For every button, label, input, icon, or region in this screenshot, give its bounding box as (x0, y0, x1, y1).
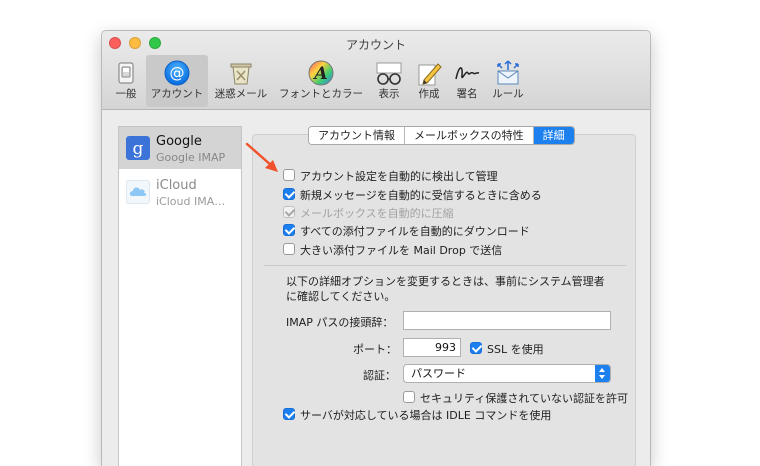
svg-text:g: g (133, 139, 144, 159)
section-divider (264, 265, 626, 266)
tab-mailbox-behaviors[interactable]: メールボックスの特性 (405, 127, 534, 144)
account-google[interactable]: g Google Google IMAP (119, 127, 241, 169)
allow-insecure-auth-checkbox[interactable] (403, 391, 415, 403)
toolbar-accounts[interactable]: @ アカウント (146, 55, 208, 107)
include-new-messages-checkbox[interactable] (283, 188, 295, 200)
download-attachments-label: すべての添付ファイルを自動的にダウンロード (300, 225, 530, 238)
idle-command-label: サーバが対応している場合は IDLE コマンドを使用 (300, 409, 552, 422)
switch-icon (118, 62, 134, 84)
ssl-label: SSL を使用 (487, 343, 544, 356)
chevron-updown-icon (595, 365, 610, 382)
admin-notice-line2: に確認してください。 (286, 290, 396, 303)
allow-insecure-auth-label: セキュリティ保護されていない認証を許可 (420, 392, 629, 405)
port-input[interactable]: 993 (403, 338, 461, 357)
download-attachments-checkbox[interactable] (283, 224, 295, 236)
glasses-icon (376, 62, 402, 85)
toolbar-rules[interactable]: ルール (488, 55, 528, 107)
junk-trash-icon (230, 63, 252, 85)
compact-mailboxes-label: メールボックスを自動的に圧縮 (300, 207, 454, 220)
ssl-checkbox[interactable] (470, 342, 482, 354)
font-icon: A (308, 60, 334, 86)
toolbar-signatures[interactable]: 署名 (450, 55, 484, 107)
settings-tabs: アカウント情報 メールボックスの特性 詳細 (308, 126, 575, 145)
svg-text:A: A (312, 64, 327, 84)
toolbar-fonts-colors[interactable]: A フォントとカラー (273, 55, 369, 107)
account-name: Google (156, 134, 202, 149)
titlebar: アカウント 一般 @ アカウント 迷惑メール A フォントとカラー 表示 作成 … (102, 31, 650, 110)
toolbar-viewing-label: 表示 (378, 88, 400, 100)
account-icloud[interactable]: iCloud iCloud IMA… (119, 171, 241, 213)
admin-notice-line1: 以下の詳細オプションを変更するときは、事前にシステム管理者 (286, 275, 605, 288)
port-label: ポート： (353, 343, 397, 356)
auto-detect-settings-label: アカウント設定を自動的に検出して管理 (300, 170, 498, 183)
svg-text:@: @ (170, 64, 185, 82)
icloud-icon (126, 180, 150, 204)
toolbar-general-label: 一般 (115, 88, 137, 100)
toolbar-composing[interactable]: 作成 (412, 55, 446, 107)
accounts-sidebar: g Google Google IMAP iCloud iCloud IMA… (118, 126, 242, 466)
toolbar-general[interactable]: 一般 (110, 55, 142, 107)
rules-icon (497, 60, 519, 85)
auth-label: 認証： (363, 369, 396, 382)
toolbar-junk-label: 迷惑メール (214, 88, 268, 100)
imap-prefix-input[interactable] (403, 311, 611, 330)
toolbar-viewing[interactable]: 表示 (372, 55, 406, 107)
at-icon: @ (164, 60, 190, 86)
mail-drop-checkbox[interactable] (283, 243, 295, 255)
include-new-messages-label: 新規メッセージを自動的に受信するときに含める (300, 189, 542, 202)
idle-command-checkbox[interactable] (283, 408, 295, 420)
auth-select-value: パスワード (411, 367, 466, 380)
google-icon: g (126, 136, 150, 160)
toolbar-composing-label: 作成 (418, 88, 440, 100)
imap-prefix-label: IMAP パスの接頭辞： (286, 316, 394, 329)
account-type: Google IMAP (156, 151, 226, 164)
toolbar-accounts-label: アカウント (150, 88, 204, 100)
toolbar-fonts-label: フォントとカラー (279, 88, 363, 100)
signature-icon (455, 67, 480, 80)
account-type: iCloud IMA… (156, 195, 226, 208)
annotation-arrow-icon (245, 142, 278, 172)
toolbar-junk[interactable]: 迷惑メール (212, 55, 270, 107)
pencil-icon (418, 63, 442, 86)
mail-drop-label: 大きい添付ファイルを Mail Drop で送信 (300, 244, 503, 257)
toolbar-rules-label: ルール (492, 88, 524, 100)
toolbar-signatures-label: 署名 (456, 88, 478, 100)
tab-advanced[interactable]: 詳細 (533, 127, 574, 144)
auto-detect-settings-checkbox[interactable] (283, 169, 295, 181)
tab-account-info[interactable]: アカウント情報 (309, 127, 405, 144)
window-title: アカウント (345, 38, 406, 52)
compact-mailboxes-checkbox (283, 206, 295, 218)
account-name: iCloud (156, 178, 197, 193)
auth-select[interactable]: パスワード (403, 364, 611, 383)
accounts-window: アカウント 一般 @ アカウント 迷惑メール A フォントとカラー 表示 作成 … (101, 30, 651, 466)
